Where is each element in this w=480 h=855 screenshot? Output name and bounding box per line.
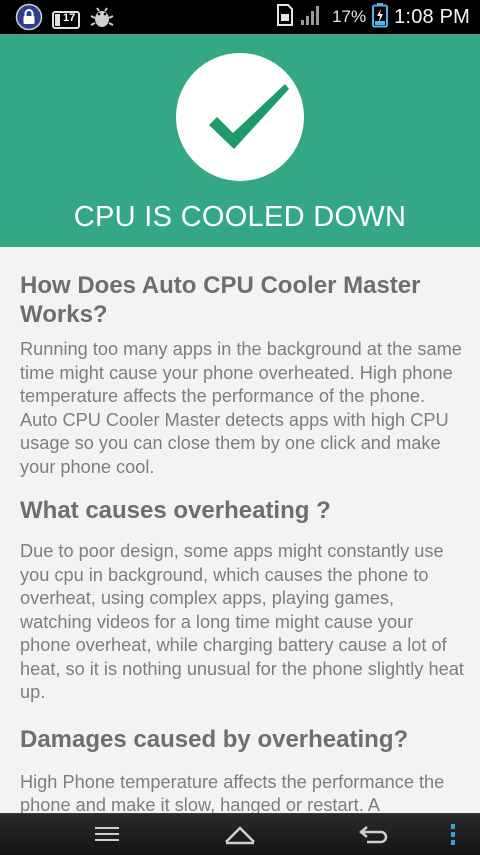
section-text: Running too many apps in the background … (20, 339, 462, 477)
home-icon[interactable] (223, 822, 257, 851)
section-heading: What causes overheating ? (20, 497, 331, 524)
menu-icon[interactable] (94, 822, 120, 851)
battery-percent: 17% (332, 7, 367, 26)
navigation-bar (0, 813, 480, 855)
android-debug-icon (90, 5, 114, 34)
info-section: Damages caused by overheating? High Phon… (20, 725, 465, 818)
clock: 1:08 PM (394, 5, 470, 28)
section-text: High Phone temperature affects the perfo… (20, 771, 445, 816)
section-text: Due to poor design, some apps might cons… (20, 541, 464, 702)
calendar-icon: 17 (52, 9, 82, 31)
back-icon[interactable] (357, 822, 389, 851)
section-heading: How Does Auto CPU Cooler Master Works? (20, 272, 421, 328)
status-bar: 17 17% 1:08 PM (0, 0, 480, 34)
section-heading: Damages caused by overheating? (20, 725, 409, 753)
overflow-icon[interactable] (449, 822, 457, 853)
info-content: How Does Auto CPU Cooler Master Works? R… (20, 268, 465, 818)
calendar-badge: 17 (63, 11, 76, 24)
info-section: What causes overheating ? Due to poor de… (20, 496, 465, 705)
lock-icon (14, 3, 44, 36)
signal-icon (300, 3, 322, 32)
result-header: CPU IS COOLED DOWN (0, 34, 480, 247)
info-section: How Does Auto CPU Cooler Master Works? R… (20, 271, 465, 479)
sim-icon (276, 3, 294, 32)
check-badge (176, 53, 304, 181)
page-title: CPU IS COOLED DOWN (73, 201, 407, 233)
battery-charging-icon (372, 2, 389, 33)
checkmark-icon (209, 84, 289, 149)
